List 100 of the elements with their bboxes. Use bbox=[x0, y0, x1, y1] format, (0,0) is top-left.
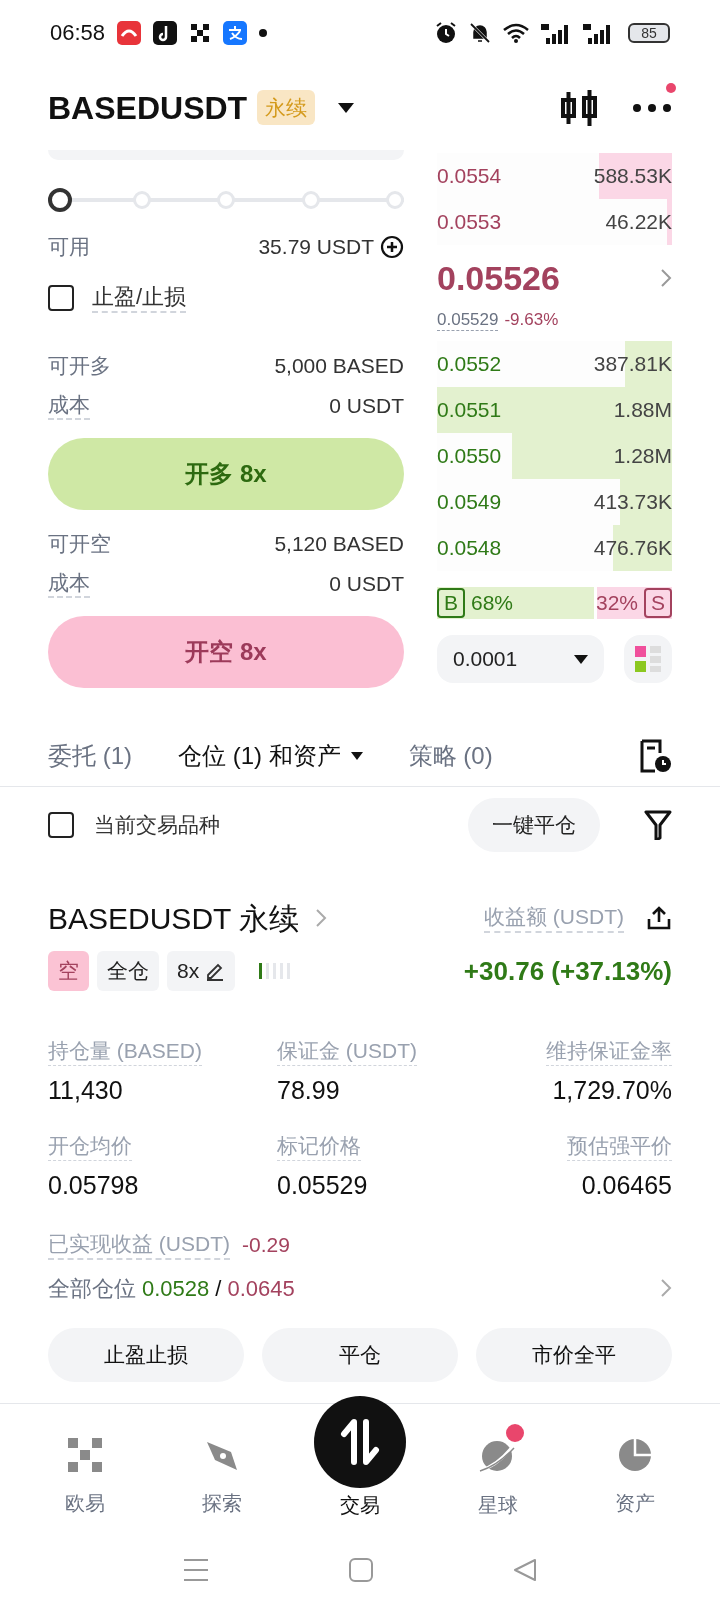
grid-icon bbox=[67, 1438, 102, 1472]
price-level[interactable]: 0.0549 bbox=[437, 486, 502, 518]
wifi-icon bbox=[502, 21, 530, 44]
open-long-button[interactable]: 开多 8x bbox=[48, 438, 404, 510]
order-amount: 46.22K bbox=[605, 209, 672, 236]
position-title[interactable]: BASEDUSDT 永续 bbox=[48, 895, 300, 941]
slider-thumb[interactable] bbox=[48, 188, 72, 212]
field-value: 0.06465 bbox=[581, 1169, 672, 1201]
buy-label: B bbox=[437, 588, 465, 618]
layout-icon bbox=[635, 646, 661, 672]
realized-pnl-value: -0.29 bbox=[242, 1232, 290, 1259]
cost-value: 0 USDT bbox=[329, 571, 404, 598]
field-label: 维持保证金率 bbox=[546, 1037, 672, 1066]
price-level[interactable]: 0.0548 bbox=[437, 532, 502, 564]
sell-label: S bbox=[644, 588, 672, 618]
chevron-right-icon[interactable] bbox=[660, 1278, 672, 1298]
pencil-icon bbox=[205, 961, 226, 981]
slider-stop[interactable] bbox=[217, 191, 235, 209]
leverage-tag[interactable]: 8x bbox=[167, 951, 236, 991]
app-icon bbox=[223, 20, 248, 45]
max-open-label: 可开空 bbox=[48, 531, 111, 558]
planet-icon bbox=[478, 1438, 517, 1474]
candlestick-icon[interactable] bbox=[560, 87, 598, 128]
chevron-right-icon[interactable] bbox=[660, 268, 672, 288]
realized-pnl-label: 已实现收益 (USDT) bbox=[48, 1230, 230, 1260]
position-action-button[interactable]: 平仓 bbox=[262, 1328, 458, 1382]
price-level[interactable]: 0.0553 bbox=[437, 206, 502, 238]
bell-off-icon bbox=[468, 20, 492, 45]
menu-icon[interactable] bbox=[183, 1558, 209, 1582]
cost-label: 成本 bbox=[48, 392, 90, 420]
last-price: 0.05526 bbox=[437, 257, 560, 299]
nav-tab[interactable]: 交易 bbox=[291, 1396, 429, 1520]
pie-chart-icon bbox=[618, 1438, 653, 1472]
slider-stop[interactable] bbox=[301, 191, 320, 209]
field-value: 1,729.70% bbox=[552, 1075, 672, 1106]
chevron-right-icon[interactable] bbox=[315, 908, 328, 928]
home-icon[interactable] bbox=[349, 1558, 373, 1582]
layout-button[interactable] bbox=[624, 635, 672, 683]
slider-stop[interactable] bbox=[386, 191, 404, 209]
nav-tab[interactable]: 欧易 bbox=[16, 1424, 154, 1518]
checkbox[interactable] bbox=[48, 285, 74, 311]
add-icon[interactable] bbox=[380, 235, 404, 259]
tab[interactable]: 策略 (0) bbox=[408, 737, 493, 774]
battery-icon: 85 bbox=[628, 22, 670, 43]
checkbox[interactable] bbox=[48, 812, 74, 838]
cost-label: 成本 bbox=[48, 570, 90, 598]
pnl-label: 收益额 (USDT) bbox=[484, 903, 624, 933]
side-tag: 空 bbox=[48, 951, 89, 991]
available-value: 35.79 USDT bbox=[258, 234, 374, 261]
share-icon[interactable] bbox=[646, 905, 672, 931]
price-level[interactable]: 0.0552 bbox=[437, 348, 502, 380]
status-time: 06:58 bbox=[50, 19, 106, 47]
caret-icon[interactable] bbox=[337, 101, 356, 114]
nav-tab[interactable]: 资产 bbox=[566, 1424, 704, 1518]
nav-tab[interactable]: 星球 bbox=[428, 1424, 567, 1520]
field-value: 0.05798 bbox=[48, 1169, 139, 1201]
field-label: 标记价格 bbox=[277, 1131, 361, 1161]
order-history-icon[interactable] bbox=[638, 738, 672, 773]
field-label: 保证金 (USDT) bbox=[277, 1037, 417, 1066]
nav-tab[interactable]: 探索 bbox=[153, 1424, 292, 1518]
price-range-low: 0.0528 bbox=[142, 1274, 210, 1303]
field-value: 78.99 bbox=[277, 1075, 340, 1106]
max-open-value: 5,120 BASED bbox=[274, 531, 404, 558]
tab[interactable]: 仓位 (1) 和资产 bbox=[178, 737, 363, 774]
field-label: 持仓量 (BASED) bbox=[48, 1037, 202, 1066]
dot-icon bbox=[259, 28, 268, 37]
filter-label: 当前交易品种 bbox=[94, 812, 221, 839]
order-amount: 476.76K bbox=[593, 535, 672, 562]
slider-stop[interactable] bbox=[132, 191, 151, 209]
perpetual-badge: 永续 bbox=[257, 89, 316, 126]
back-icon[interactable] bbox=[513, 1558, 537, 1582]
sell-percent: 32% bbox=[595, 590, 638, 617]
price-change: -9.63% bbox=[504, 309, 559, 332]
position-action-button[interactable]: 市价全平 bbox=[476, 1328, 672, 1382]
order-amount: 588.53K bbox=[593, 163, 672, 190]
price-level[interactable]: 0.0550 bbox=[437, 440, 502, 472]
field-value: 0.05529 bbox=[277, 1169, 368, 1201]
slider-track[interactable] bbox=[48, 188, 404, 212]
range-separator: / bbox=[215, 1274, 222, 1303]
order-amount: 387.81K bbox=[593, 351, 672, 378]
price-level[interactable]: 0.0554 bbox=[437, 160, 502, 192]
field-label: 开仓均价 bbox=[48, 1131, 132, 1161]
close-all-button[interactable]: 一键平仓 bbox=[468, 798, 600, 852]
open-short-button[interactable]: 开空 8x bbox=[48, 616, 404, 688]
all-positions-label: 全部仓位 bbox=[48, 1274, 136, 1303]
max-open-label: 可开多 bbox=[48, 353, 111, 380]
filter-icon[interactable] bbox=[644, 810, 672, 840]
precision-dropdown[interactable]: 0.0001 bbox=[437, 635, 604, 683]
price-level[interactable]: 0.0551 bbox=[437, 394, 502, 426]
more-icon[interactable] bbox=[632, 102, 672, 113]
cost-value: 0 USDT bbox=[329, 393, 404, 420]
order-amount: 1.28M bbox=[613, 443, 672, 470]
tab[interactable]: 委托 (1) bbox=[48, 737, 132, 774]
app-icon bbox=[189, 21, 212, 44]
pair-title[interactable]: BASEDUSDT bbox=[48, 83, 248, 132]
app-icon bbox=[153, 20, 178, 45]
field-value: 11,430 bbox=[48, 1075, 123, 1106]
price-range-high: 0.0645 bbox=[227, 1274, 295, 1303]
position-action-button[interactable]: 止盈止损 bbox=[48, 1328, 244, 1382]
order-amount: 1.88M bbox=[613, 397, 672, 424]
